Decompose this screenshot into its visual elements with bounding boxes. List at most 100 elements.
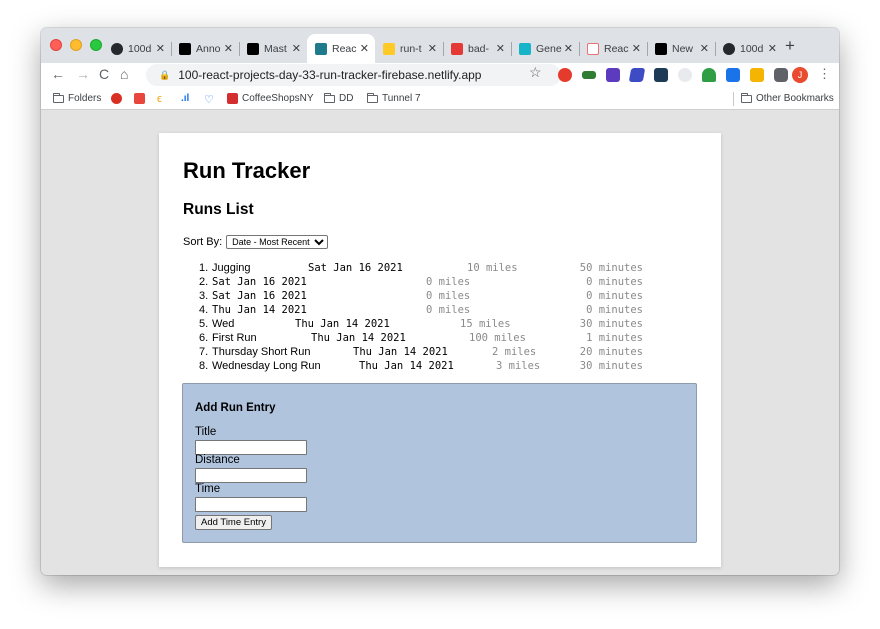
run-number: 7. — [199, 346, 209, 358]
run-time: 0 minutes — [586, 276, 643, 288]
close-icon[interactable]: ✕ — [360, 42, 369, 55]
tab-title: Mast — [264, 42, 287, 55]
tab-4[interactable]: Reac ✕ — [307, 34, 375, 63]
bookmark-coffeeshopsny-label: CoffeeShopsNY — [242, 93, 314, 104]
run-list-item: 3. Sat Jan 16 2021 0 miles 0 minutes — [199, 289, 659, 303]
tab-6[interactable]: bad- ✕ — [443, 34, 511, 63]
address-bar[interactable]: 🔒 100-react-projects-day-33-run-tracker-… — [146, 64, 561, 86]
minimize-window-button[interactable] — [70, 39, 82, 51]
bookmark-tomato[interactable] — [111, 93, 122, 104]
time-label: Time — [195, 483, 221, 495]
runs-list: 1. Jugging Sat Jan 16 2021 10 miles 50 minut… — [199, 261, 659, 373]
tab-3[interactable]: Mast ✕ — [239, 34, 307, 63]
run-time: 20 minutes — [579, 346, 643, 358]
run-distance: 10 miles — [467, 262, 518, 274]
close-icon[interactable]: ✕ — [768, 42, 777, 55]
run-distance: 0 miles — [426, 304, 471, 316]
run-title: Jugging — [212, 262, 251, 274]
dev-icon — [655, 42, 667, 55]
page-viewport: Run Tracker Runs List Sort By: Date - Mo… — [41, 110, 839, 575]
run-number: 6. — [199, 332, 209, 344]
time-input[interactable] — [195, 497, 307, 512]
run-date: Thu Jan 14 2021 — [353, 346, 448, 358]
close-icon[interactable]: ✕ — [496, 42, 505, 55]
bookmarks-divider — [733, 92, 734, 106]
bookmark-heart[interactable]: ♡ — [204, 93, 214, 106]
run-list-item: 2. Sat Jan 16 2021 0 miles 0 minutes — [199, 275, 659, 289]
close-icon[interactable]: ✕ — [632, 42, 641, 55]
close-icon[interactable]: ✕ — [224, 42, 233, 55]
extension-download-icon[interactable] — [702, 68, 716, 82]
folder-icon — [741, 92, 752, 103]
tab-9[interactable]: New ✕ — [647, 34, 715, 63]
dev-icon — [247, 42, 259, 55]
extensions-puzzle-icon[interactable] — [774, 68, 788, 82]
close-icon[interactable]: ✕ — [428, 42, 437, 55]
tab-list: 100d ✕ Anno ✕ Mast ✕ Reac ✕ run-t ✕ bad- ✕ Gene ✕ Reac… — [103, 34, 783, 63]
browser-window: 100d ✕ Anno ✕ Mast ✕ Reac ✕ run-t ✕ bad- ✕ Gene ✕ Reac… — [41, 28, 839, 575]
extension-chart-icon[interactable] — [750, 68, 764, 82]
tab-5[interactable]: run-t ✕ — [375, 34, 443, 63]
close-icon[interactable]: ✕ — [292, 42, 301, 55]
tab-title: Gene — [536, 42, 562, 55]
bookmark-dd[interactable]: DD — [324, 92, 354, 104]
extension-ublock-icon[interactable] — [558, 68, 572, 82]
yelp-icon — [227, 93, 238, 104]
title-label: Title — [195, 426, 217, 438]
bookmarks-bar: Folders ϵ .ıl ♡ CoffeeShopsNY DD Tunnel … — [41, 88, 839, 110]
bookmark-feather[interactable]: ϵ — [157, 93, 162, 105]
bookmark-coffeeshopsny[interactable]: CoffeeShopsNY — [227, 93, 314, 104]
extension-stack-icon[interactable] — [606, 68, 620, 82]
bookmark-star-icon[interactable]: ☆ — [529, 64, 542, 81]
close-window-button[interactable] — [50, 39, 62, 51]
tab-title: Reac — [332, 42, 357, 55]
tab-7[interactable]: Gene ✕ — [511, 34, 579, 63]
sort-select[interactable]: Date - Most Recent — [226, 235, 329, 249]
bookmark-swirl[interactable] — [134, 93, 145, 104]
bookmark-analytics[interactable]: .ıl — [181, 93, 189, 104]
add-time-entry-button[interactable]: Add Time Entry — [195, 515, 272, 530]
bookmark-other-bookmarks[interactable]: Other Bookmarks — [741, 92, 834, 104]
tab-1[interactable]: 100d ✕ — [103, 34, 171, 63]
tab-10[interactable]: 100d ✕ — [715, 34, 783, 63]
run-time: 1 minutes — [586, 332, 643, 344]
tab-strip: 100d ✕ Anno ✕ Mast ✕ Reac ✕ run-t ✕ bad- ✕ Gene ✕ Reac… — [41, 28, 839, 63]
run-distance: 0 miles — [426, 290, 471, 302]
sort-row: Sort By: Date - Most Recent — [183, 235, 329, 249]
forward-icon[interactable]: → — [76, 66, 90, 82]
run-date: Thu Jan 14 2021 — [295, 318, 390, 330]
run-number: 5. — [199, 318, 209, 330]
bookmark-folders[interactable]: Folders — [53, 92, 101, 104]
run-title: First Run — [212, 332, 257, 344]
extension-clock-icon[interactable] — [678, 68, 692, 82]
kebab-menu-icon[interactable]: ⋮ — [818, 66, 831, 82]
netlify-badge-icon — [451, 42, 463, 55]
folder-icon — [53, 92, 64, 103]
feather-icon: ϵ — [157, 93, 162, 105]
tab-8[interactable]: Reac ✕ — [579, 34, 647, 63]
extension-bw-icon[interactable] — [582, 71, 596, 79]
run-time: 50 minutes — [579, 262, 643, 274]
close-icon[interactable]: ✕ — [156, 42, 165, 55]
tab-2[interactable]: Anno ✕ — [171, 34, 239, 63]
firebase-icon — [383, 42, 395, 55]
run-distance: 15 miles — [460, 318, 511, 330]
title-input[interactable] — [195, 440, 307, 455]
add-run-form: Add Run Entry Title Distance Time Add Ti… — [182, 383, 697, 543]
home-icon[interactable]: ⌂ — [120, 66, 128, 82]
distance-input[interactable] — [195, 468, 307, 483]
profile-avatar[interactable]: J — [792, 67, 808, 83]
close-icon[interactable]: ✕ — [564, 42, 573, 55]
tab-title: Reac — [604, 42, 629, 55]
reload-icon[interactable]: C — [99, 66, 109, 82]
sort-label: Sort By: — [183, 236, 223, 248]
bookmark-dd-label: DD — [339, 93, 354, 104]
extension-tag-icon[interactable] — [726, 68, 740, 82]
back-icon[interactable]: ← — [51, 66, 65, 82]
new-tab-button[interactable]: + — [785, 36, 795, 56]
extension-eyedropper-icon[interactable] — [628, 68, 646, 82]
close-icon[interactable]: ✕ — [700, 42, 709, 55]
zoom-window-button[interactable] — [90, 39, 102, 51]
extension-react-devtools-icon[interactable] — [654, 68, 668, 82]
bookmark-tunnel-7[interactable]: Tunnel 7 — [367, 92, 421, 104]
